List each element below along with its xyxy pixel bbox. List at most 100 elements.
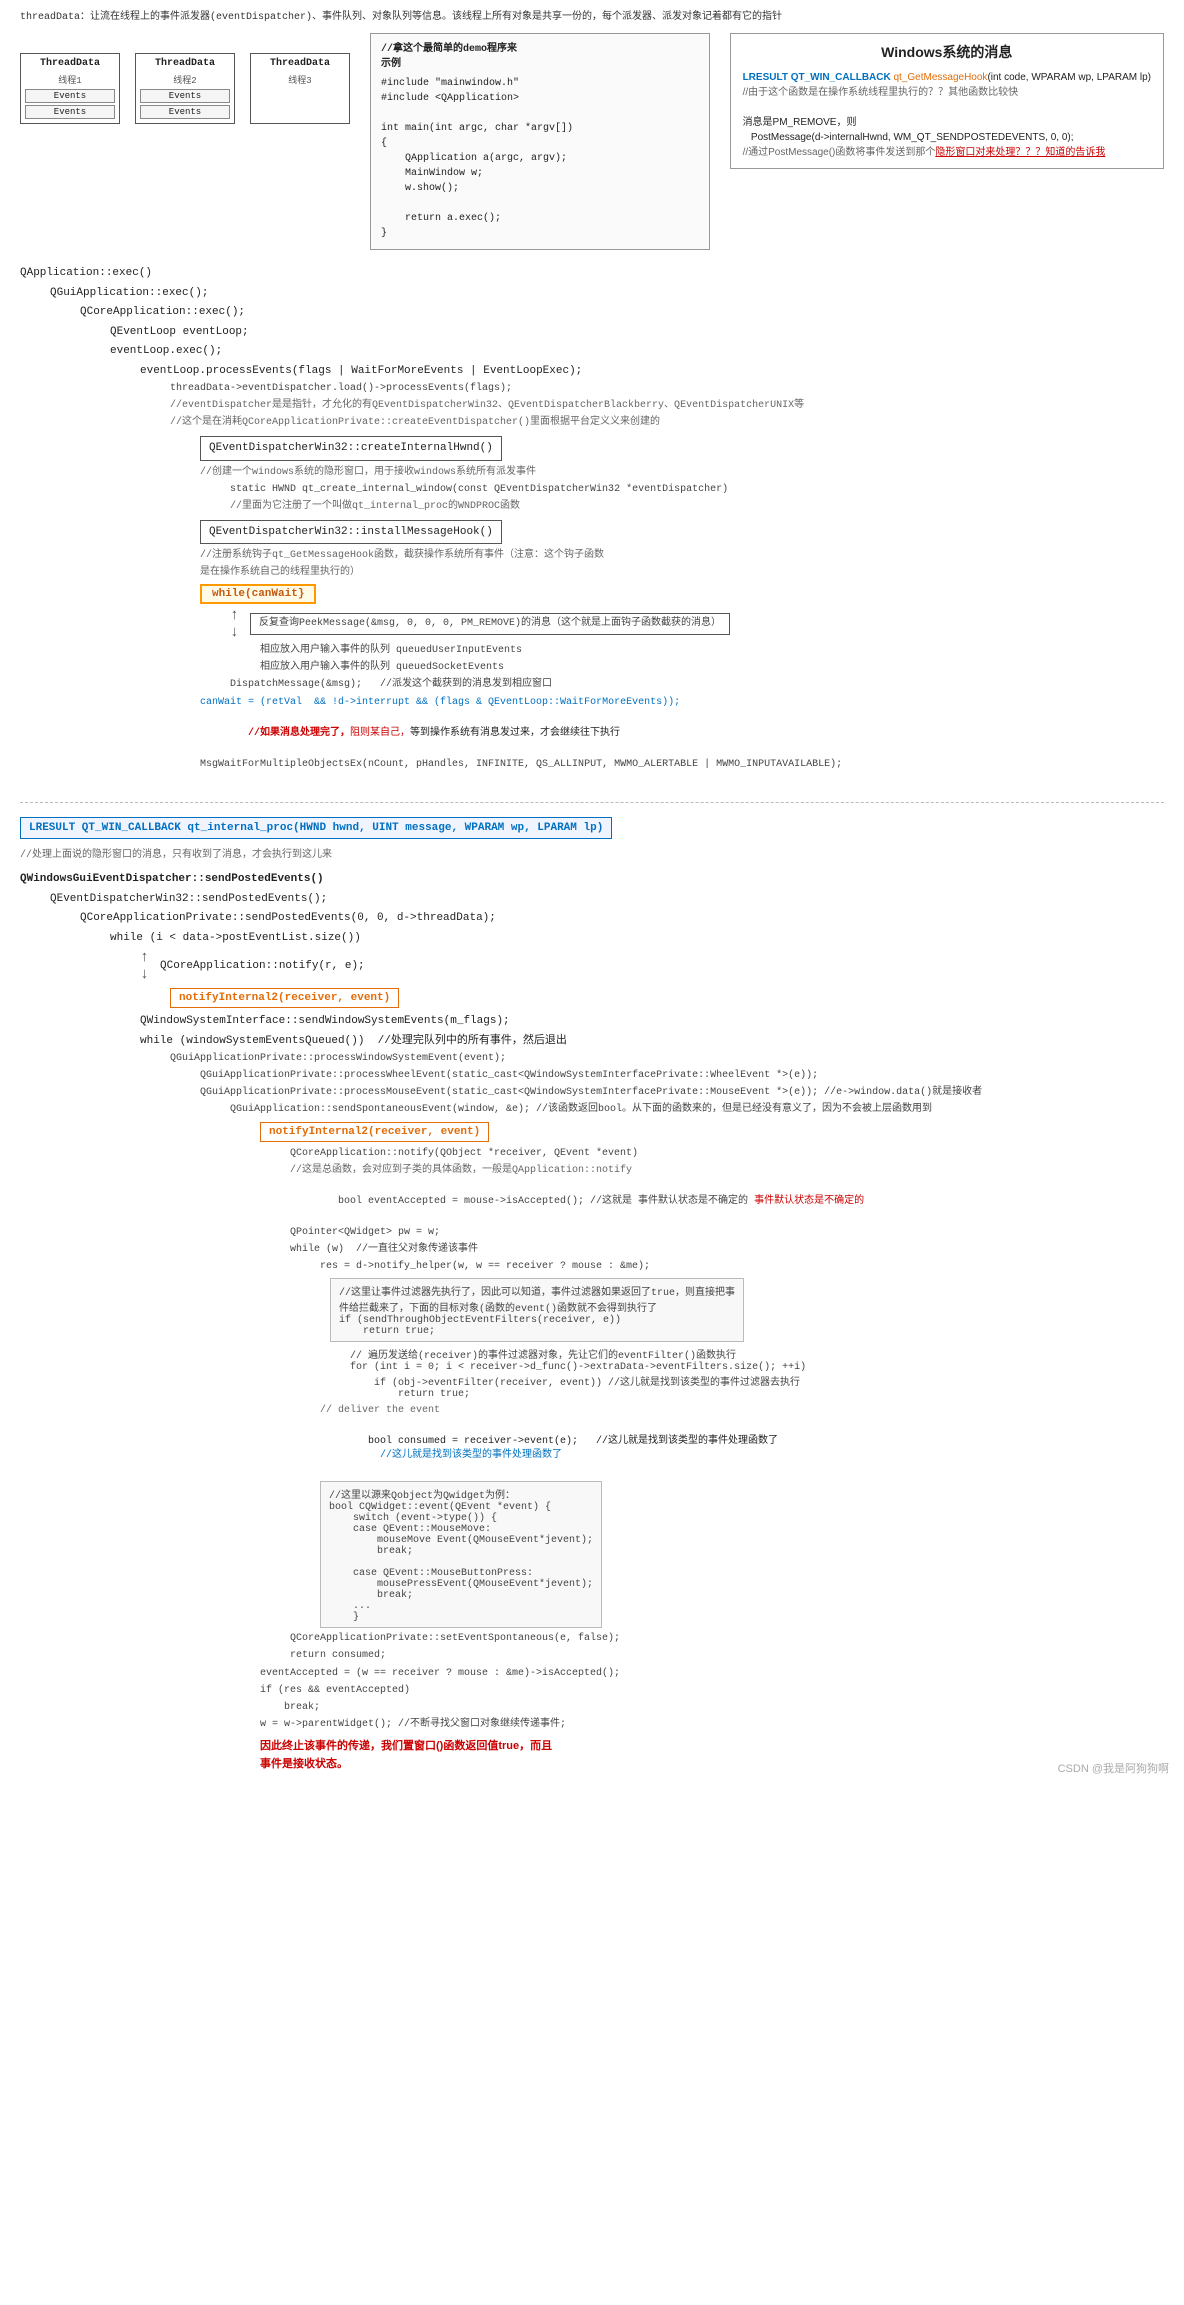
thread-boxes-container: ThreadData 线程1 Events Events ThreadData … <box>20 33 350 124</box>
flow-row-notify-helper: res = d->notify_helper(w, w == receiver … <box>320 1260 1164 1274</box>
flow-row-dispatch-msg: DispatchMessage(&msg); //派发这个截获到的消息发到相应窗… <box>230 678 1164 692</box>
flow-row-bool-accepted: bool eventAccepted = mouse->isAccepted()… <box>290 1181 1164 1223</box>
flow-row-create-hwnd-comment: //创建一个windows系统的隐形窗口，用于接收windows系统所有派发事件 <box>200 466 1164 480</box>
flow-row-return-consumed: return consumed; <box>290 1649 1164 1663</box>
flow-row-notify-internal: notifyInternal2(receiver, event) <box>170 986 1164 1010</box>
install-hook-comment2: 是在操作系统自己的线程里执行的） <box>200 566 360 580</box>
process-win-sys-label: QGuiApplicationPrivate::processWindowSys… <box>170 1052 506 1066</box>
flow-row-msgwait: MsgWaitForMultipleObjectsEx(nCount, pHan… <box>200 758 1164 772</box>
create-hwnd-label: QEventDispatcherWin32::createInternalHwn… <box>209 442 493 454</box>
dbl-arrow-icon-2: ↑ ↓ <box>140 949 149 983</box>
flow-row-install-hook-c1: //注册系统钩子qt_GetMessageHook函数，截获操作系统所有事件（注… <box>200 549 1164 563</box>
flow-row-break: break; <box>260 1701 1164 1715</box>
flow-row-process-events: eventLoop.processEvents(flags | WaitForM… <box>140 363 1164 380</box>
send-window-sys-label: QWindowSystemInterface::sendWindowSystem… <box>140 1013 510 1030</box>
qcore-notify2-label: QCoreApplication::notify(QObject *receiv… <box>290 1147 638 1161</box>
flow-row-win-event-dispatcher: QEventDispatcherWin32::sendPostedEvents(… <box>50 891 1164 908</box>
deliver-comment-label: // deliver the event <box>320 1404 440 1418</box>
qwidget-comment-text: //这里以源来Qobject为Qwidget为例： bool CQWidget:… <box>329 1486 593 1623</box>
windows-msg-title: Windows系统的消息 <box>743 42 1151 62</box>
code-comment: //拿这个最简单的demo程序来示例 <box>381 42 699 72</box>
flow-row-set-spont: QCoreApplicationPrivate::setEventSpontan… <box>290 1632 1164 1646</box>
filter-comment-box: //这里让事件过滤器先执行了，因此可以知道，事件过滤器如果返回了true，则直接… <box>330 1278 744 1342</box>
flow-row-qcore-exec: QCoreApplication::exec(); <box>80 304 1164 321</box>
flow-row-static-hwnd-comment: //里面为它注册了一个叫做qt_internal_proc的WNDPROC函数 <box>230 500 1164 514</box>
notify-internal-label: notifyInternal2(receiver, event) <box>179 992 390 1004</box>
qcore-notify-label: QCoreApplication::notify(r, e); <box>160 958 365 975</box>
flow-row-process-mouse: QGuiApplicationPrivate::processMouseEven… <box>200 1086 1164 1100</box>
top-description: threadData：让流在线程上的事件派发器(eventDispatcher)… <box>20 10 1164 25</box>
flow-row-send-window-sys: QWindowSystemInterface::sendWindowSystem… <box>140 1013 1164 1030</box>
flow-row-process-win-sys: QGuiApplicationPrivate::processWindowSys… <box>170 1052 1164 1066</box>
res-check-label: if (res && eventAccepted) <box>260 1684 410 1698</box>
qcore-notify-comment-label: //这是总函数，会对应到子类的具体函数，一般是QApplication::not… <box>290 1164 632 1178</box>
filter-loop-text: // 遍历发送给(receiver)的事件过滤器对象，先让它们的eventFil… <box>350 1346 806 1400</box>
filter-loop-box: // 遍历发送给(receiver)的事件过滤器对象，先让它们的eventFil… <box>350 1346 806 1400</box>
flow-row-while-canwait: while(canWait} <box>200 584 1164 604</box>
block-comment-label: //如果消息处理完了，阻则某自己，等到操作系统有消息发过来，才会继续往下执行 <box>200 713 620 755</box>
flow-row-final-red: 因此终止该事件的传递，我们置窗口()函数返回值true，而且 事件是接收状态。 <box>260 1738 1164 1773</box>
eventloop-exec-label: eventLoop.exec(); <box>110 343 222 360</box>
thread-box-3: ThreadData 线程3 <box>250 53 350 124</box>
break-label: break; <box>260 1701 320 1715</box>
flow-row-deliver: // deliver the event <box>320 1404 1164 1418</box>
thread-dispatch-label: threadData->eventDispatcher.load()->proc… <box>170 382 512 396</box>
thread-box-1-events: Events Events <box>25 89 115 119</box>
thread-box-2-title: ThreadData <box>140 58 230 69</box>
thread-box-2: ThreadData 线程2 Events Events <box>135 53 235 124</box>
dispatch-comment-2: //这个是在消耗QCoreApplicationPrivate::createE… <box>170 416 660 430</box>
flow-row-filter-loop: // 遍历发送给(receiver)的事件过滤器对象，先让它们的eventFil… <box>350 1346 1164 1400</box>
flow-row-qcore-notify2: QCoreApplication::notify(QObject *receiv… <box>290 1147 1164 1161</box>
thread-box-3-title: ThreadData <box>255 58 345 69</box>
flow-section-top: QApplication::exec() QGuiApplication::ex… <box>20 265 1164 772</box>
lresult-section: LRESULT QT_WIN_CALLBACK qt_internal_proc… <box>20 813 1164 861</box>
flow-row-canwait-check: canWait = (retVal && !d->interrupt && (f… <box>200 696 1164 710</box>
top-section: ThreadData 线程1 Events Events ThreadData … <box>20 33 1164 250</box>
install-hook-label: QEventDispatcherWin32::installMessageHoo… <box>209 526 493 538</box>
csdn-watermark: CSDN @我是阿狗狗啊 <box>1058 1760 1169 1776</box>
msgwait-label: MsgWaitForMultipleObjectsEx(nCount, pHan… <box>200 758 842 772</box>
section-divider <box>20 802 1164 803</box>
return-consumed-label: return consumed; <box>290 1649 386 1663</box>
qpointer-label: QPointer<QWidget> pw = w; <box>290 1226 440 1240</box>
qcore-exec-label: QCoreApplication::exec(); <box>80 304 245 321</box>
thread-box-2-sub: 线程2 <box>140 73 230 86</box>
code-content: #include "mainwindow.h" #include <QAppli… <box>381 76 699 241</box>
flow-row-while-queued: while (windowSystemEventsQueued()) //处理完… <box>140 1033 1164 1050</box>
thread-box-1-sub: 线程1 <box>25 73 115 86</box>
dbl-arrow-icon: ↑ ↓ <box>230 607 239 641</box>
queued-socket-label: 相应放入用户输入事件的队列 queuedSocketEvents <box>260 661 504 675</box>
peek-msg-label: 反复查询PeekMessage(&msg, 0, 0, 0, PM_REMOVE… <box>259 618 721 629</box>
parent-widget-label: w = w->parentWidget(); //不断寻找父窗口对象继续传递事件… <box>260 1718 566 1732</box>
process-mouse-label: QGuiApplicationPrivate::processMouseEven… <box>200 1086 982 1100</box>
flow-row-qcore-send: QCoreApplicationPrivate::sendPostedEvent… <box>80 910 1164 927</box>
flow-row-qwidget-comment: //这里以源来Qobject为Qwidget为例： bool CQWidget:… <box>320 1481 1164 1628</box>
win-event-dispatcher-label: QEventDispatcherWin32::sendPostedEvents(… <box>50 891 327 908</box>
lresult-box: LRESULT QT_WIN_CALLBACK qt_internal_proc… <box>20 817 612 839</box>
flow-row-parent-widget: w = w->parentWidget(); //不断寻找父窗口对象继续传递事件… <box>260 1718 1164 1732</box>
flow-row-install-hook: QEventDispatcherWin32::installMessageHoo… <box>200 518 1164 547</box>
notify2-label: notifyInternal2(receiver, event) <box>269 1126 480 1138</box>
flow-row-event-accepted-check: eventAccepted = (w == receiver ? mouse :… <box>260 1667 1164 1681</box>
event-item: Events <box>140 105 230 119</box>
flow-row-static-hwnd: static HWND qt_create_internal_window(co… <box>230 483 1164 497</box>
install-hook-box: QEventDispatcherWin32::installMessageHoo… <box>200 520 502 545</box>
while-queued-label: while (windowSystemEventsQueued()) //处理完… <box>140 1033 567 1050</box>
flow-row-queued-user: 相应放入用户输入事件的队列 queuedUserInputEvents <box>260 644 1164 658</box>
process-wheel-label: QGuiApplicationPrivate::processWheelEven… <box>200 1069 818 1083</box>
receiver-event-label: bool consumed = receiver->event(e); //这儿… <box>320 1421 778 1477</box>
lresult-comment: //处理上面说的隐形窗口的消息，只有收到了消息，才会执行到这儿来 <box>20 845 1164 861</box>
flow-row-eventloop-exec: eventLoop.exec(); <box>110 343 1164 360</box>
peek-msg-box: 反复查询PeekMessage(&msg, 0, 0, 0, PM_REMOVE… <box>250 613 730 635</box>
create-hwnd-box: QEventDispatcherWin32::createInternalHwn… <box>200 436 502 461</box>
flow-row-dispatch-comment2: //这个是在消耗QCoreApplicationPrivate::createE… <box>170 416 1164 430</box>
flow-row-while-w: while (w) //一直往父对象传递该事件 <box>290 1243 1164 1257</box>
eventloop-decl-label: QEventLoop eventLoop; <box>110 324 249 341</box>
thread-box-3-sub: 线程3 <box>255 73 345 86</box>
while-canwait-label: while(canWait} <box>212 588 304 600</box>
flow-row-receiver-event: bool consumed = receiver->event(e); //这儿… <box>320 1421 1164 1477</box>
notify-internal-box: notifyInternal2(receiver, event) <box>170 988 399 1008</box>
event-item: Events <box>25 105 115 119</box>
flow-row-send-spont: QGuiApplication::sendSpontaneousEvent(wi… <box>230 1103 1164 1117</box>
flow-row-eventloop-decl: QEventLoop eventLoop; <box>110 324 1164 341</box>
